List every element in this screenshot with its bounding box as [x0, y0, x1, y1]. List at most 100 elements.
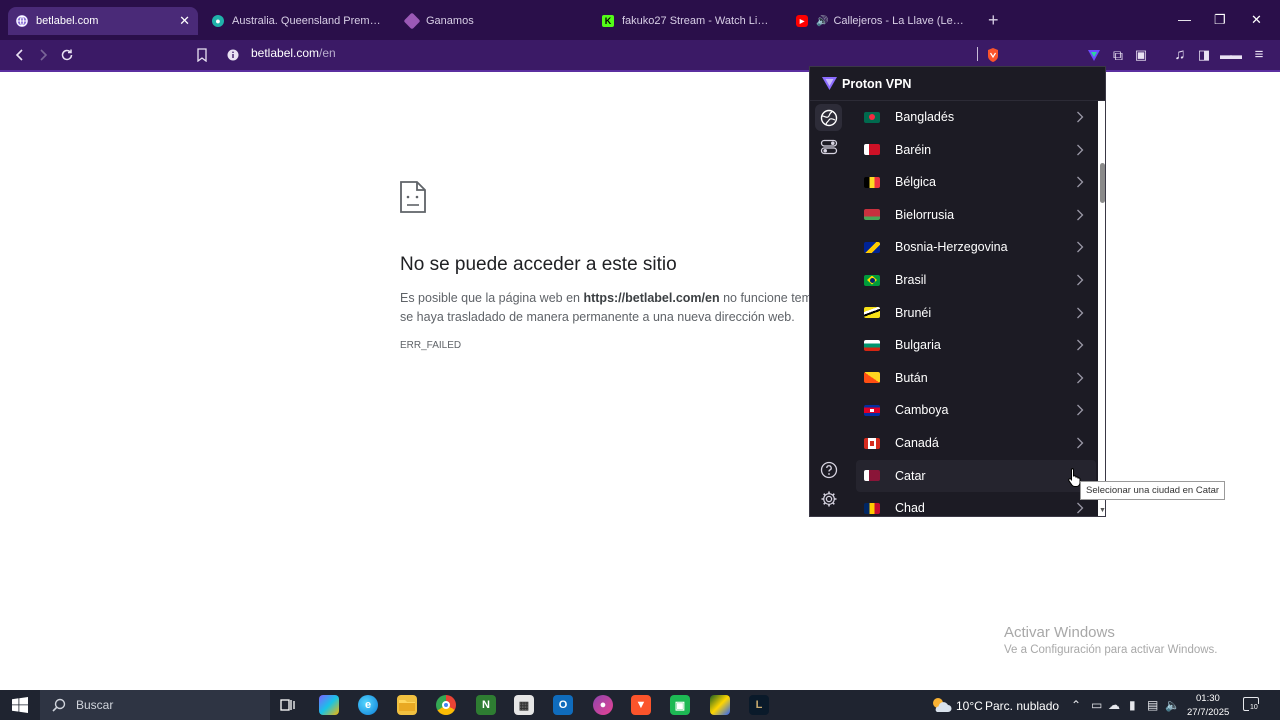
country-list-scrollbar[interactable]: ▼ [1098, 101, 1105, 516]
country-name: Bulgaria [895, 338, 941, 353]
tray-overflow-chevron-icon[interactable]: ⌃ [1071, 698, 1081, 712]
error-code: ERR_FAILED [400, 340, 462, 351]
country-name: Camboya [895, 403, 949, 418]
arrow-right-icon [40, 49, 48, 61]
address-bar[interactable]: betlabel.com/en [251, 46, 336, 60]
menu-button[interactable]: ≡ [1249, 45, 1269, 65]
weather-temperature[interactable]: 10°C [956, 699, 983, 713]
tray-cloud-icon[interactable]: ☁ [1108, 698, 1120, 712]
flag-chad-icon [864, 502, 880, 514]
scroll-down-arrow-icon[interactable]: ▼ [1099, 507, 1105, 514]
help-button[interactable] [815, 456, 842, 483]
flag-bahrain-icon [864, 144, 880, 156]
extensions-button[interactable]: ⧉ [1108, 45, 1128, 65]
notepad-plus-icon[interactable]: N [476, 695, 496, 715]
clock-time[interactable]: 01:30 [1196, 693, 1220, 704]
tab-queensland[interactable]: ● Australia. Queensland Premier League [204, 7, 390, 35]
outlook-icon[interactable]: O [553, 695, 573, 715]
country-item-bosnia[interactable]: Bosnia-Herzegovina [856, 231, 1096, 263]
country-name: Brasil [895, 273, 927, 287]
copilot-icon[interactable] [319, 695, 339, 715]
country-item-brazil[interactable]: Brasil [856, 264, 1096, 296]
notification-count: 10 [1249, 704, 1259, 711]
bluestacks-icon[interactable] [710, 695, 730, 715]
error-text-suffix: no funcione temporalmente o que [723, 291, 810, 305]
private-window-button[interactable]: ▬▬ [1220, 45, 1242, 65]
volume-icon[interactable]: 🔈 [1165, 698, 1180, 712]
country-item-bulgaria[interactable]: Bulgaria [856, 329, 1096, 361]
maximize-button[interactable]: ❐ [1214, 12, 1226, 28]
wallet-button[interactable]: ▣ [1131, 45, 1151, 65]
country-item-canada[interactable]: Canadá [856, 427, 1096, 459]
chevron-right-icon [1077, 209, 1084, 221]
country-item-brunei[interactable]: Brunéi [856, 297, 1096, 329]
profiles-nav-button[interactable] [815, 133, 842, 160]
flag-brazil-icon [864, 274, 880, 286]
task-view-icon[interactable] [278, 695, 298, 715]
country-item-bahrain[interactable]: Baréin [856, 134, 1096, 166]
sidebar-icon: ◨ [1197, 47, 1211, 62]
bookmark-button[interactable] [192, 45, 212, 65]
weather-description[interactable]: Parc. nublado [985, 699, 1059, 713]
chevron-right-icon [1077, 176, 1084, 188]
url-path: /en [319, 46, 336, 60]
country-item-cambodia[interactable]: Camboya [856, 394, 1096, 426]
country-item-bangladesh[interactable]: Bangladés [856, 101, 1096, 133]
city-tooltip: Selecionar una ciudad en Catar [1080, 481, 1226, 500]
gear-icon [821, 491, 836, 506]
chat-app-icon[interactable]: ● [593, 695, 613, 715]
clock-date[interactable]: 27/7/2025 [1187, 707, 1229, 718]
countries-nav-button[interactable] [815, 104, 842, 131]
forward-button[interactable] [33, 45, 53, 65]
tab-youtube[interactable]: ▶ 🔊 Callejeros - La Llave (Letra) - YouT… [788, 7, 974, 35]
league-of-legends-icon[interactable]: L [749, 695, 769, 715]
close-window-button[interactable]: ✕ [1251, 12, 1262, 28]
error-url: https://betlabel.com/en [583, 291, 720, 305]
back-button[interactable] [10, 45, 30, 65]
puzzle-icon: ⧉ [1113, 47, 1123, 63]
speaker-icon: 🔊 [816, 15, 829, 27]
flag-brunei-icon [864, 307, 880, 319]
settings-button[interactable] [815, 485, 842, 512]
tab-betlabel[interactable]: betlabel.com ✕ [8, 7, 198, 35]
broken-page-icon [400, 181, 426, 213]
notifications-icon[interactable]: 10 [1243, 697, 1259, 711]
chrome-icon[interactable] [436, 695, 456, 715]
country-item-belarus[interactable]: Bielorrusia [856, 199, 1096, 231]
windows-start-icon[interactable] [12, 697, 28, 713]
country-name: Chad [895, 501, 925, 516]
proton-vpn-logo-icon [822, 77, 837, 90]
activation-watermark-title: Activar Windows [1004, 624, 1115, 641]
close-tab-icon[interactable]: ✕ [179, 13, 190, 29]
tab-ganamos[interactable]: Ganamos [398, 7, 588, 35]
tab-kick[interactable]: K fakuko27 Stream - Watch Live on Kick [594, 7, 780, 35]
help-icon [820, 461, 837, 478]
country-list: Bangladés Baréin Bélgica Bielorrusia Bos [856, 101, 1096, 516]
country-item-qatar[interactable]: Catar [856, 459, 1096, 492]
scrollbar-thumb[interactable] [1100, 163, 1105, 203]
chevron-right-icon [1077, 144, 1084, 156]
brave-icon[interactable]: ▼ [623, 690, 659, 720]
network-icon[interactable]: ▤ [1147, 698, 1158, 712]
tray-usb-icon[interactable]: ▮ [1129, 698, 1136, 712]
sidebar-button[interactable]: ◨ [1194, 45, 1214, 65]
tray-device-icon[interactable]: ▭ [1091, 698, 1102, 712]
new-tab-button[interactable]: + [988, 11, 999, 29]
media-app-icon[interactable]: ▣ [670, 695, 690, 715]
country-item-chad[interactable]: Chad [856, 492, 1096, 516]
microsoft-store-icon[interactable]: ▦ [514, 695, 534, 715]
taskbar-search[interactable]: Buscar [40, 690, 270, 720]
media-button[interactable]: ♫ [1170, 45, 1190, 65]
country-item-bhutan[interactable]: Bután [856, 362, 1096, 394]
site-info-button[interactable] [223, 45, 243, 65]
brave-shields-button[interactable] [983, 45, 1003, 65]
reload-button[interactable] [57, 45, 77, 65]
country-name: Bielorrusia [895, 207, 955, 222]
chevron-right-icon [1077, 307, 1084, 319]
edge-icon[interactable]: e [358, 695, 378, 715]
proton-vpn-extension-button[interactable] [1084, 45, 1104, 65]
file-explorer-icon[interactable] [397, 695, 417, 715]
country-item-belgium[interactable]: Bélgica [856, 166, 1096, 198]
error-text-line2: se haya trasladado de manera permanente … [400, 310, 795, 324]
minimize-button[interactable]: — [1178, 12, 1191, 28]
